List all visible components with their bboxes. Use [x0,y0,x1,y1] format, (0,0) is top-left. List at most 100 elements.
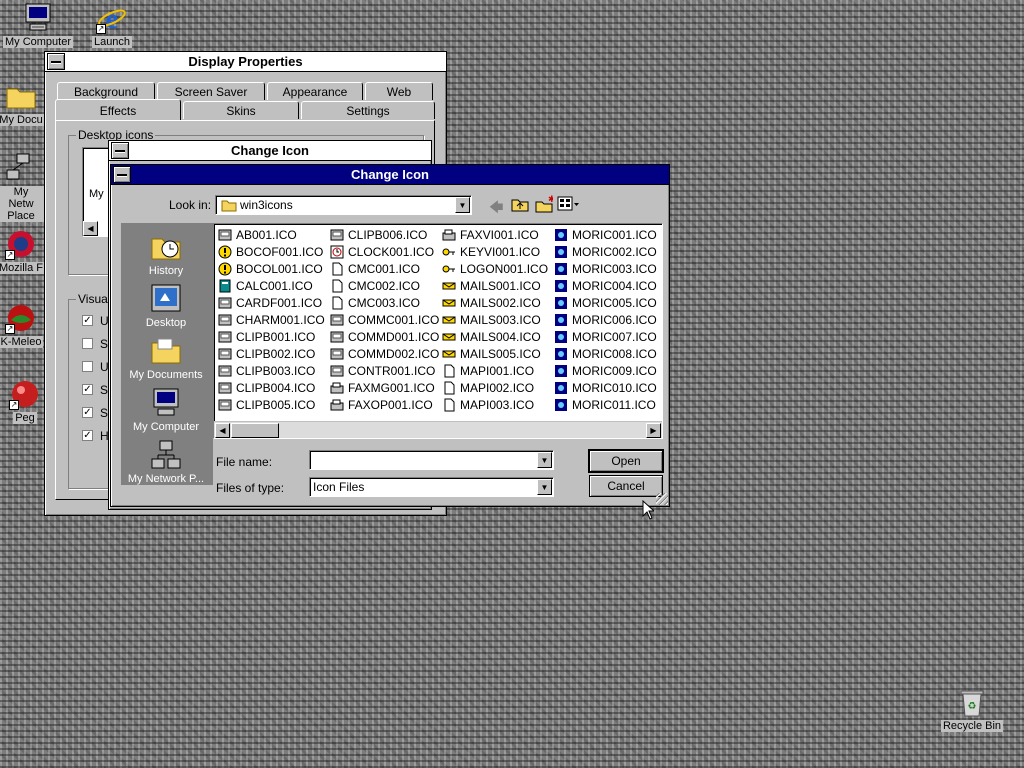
file-item[interactable]: MAILS004.ICO [442,329,541,345]
file-item[interactable]: MORIC001.ICO [554,227,657,243]
visual-checkbox-1[interactable]: ✓ [82,315,93,326]
system-menu-button[interactable] [113,166,131,183]
desktop-icon-k-meleon[interactable]: ↗ K-Meleo [0,302,46,348]
up-folder-icon[interactable] [511,195,529,216]
system-menu-button[interactable] [47,53,65,70]
places-my-documents[interactable]: My Documents [121,335,211,381]
file-item[interactable]: COMMC001.ICO [330,312,439,328]
file-item[interactable]: LOGON001.ICO [442,261,548,277]
file-item[interactable]: MORIC009.ICO [554,363,657,379]
scroll-left-button[interactable]: ◀ [215,423,230,438]
file-item[interactable]: MAILS002.ICO [442,295,541,311]
file-item[interactable]: CLIPB002.ICO [218,346,315,362]
file-item[interactable]: MORIC010.ICO [554,380,657,396]
desktop-icon-mozilla[interactable]: ↗ Mozilla F [0,228,46,274]
file-item[interactable]: CONTR001.ICO [330,363,435,379]
file-item[interactable]: MORIC004.ICO [554,278,657,294]
file-item[interactable]: MAPI003.ICO [442,397,534,413]
change-icon-titlebar[interactable]: Change Icon [111,165,669,185]
file-list[interactable]: AB001.ICO BOCOF001.ICO BOCOL001.ICO CALC001… [213,223,663,439]
file-item[interactable]: CMC003.ICO [330,295,420,311]
file-item[interactable]: CALC001.ICO [218,278,313,294]
open-button[interactable]: Open [588,449,664,473]
change-icon-back-titlebar[interactable]: Change Icon [109,141,431,161]
visual-checkbox-6[interactable]: ✓ [82,430,93,441]
desktop-icon-peg[interactable]: ↗ Peg [4,378,46,424]
file-item[interactable]: MAPI001.ICO [442,363,534,379]
file-item[interactable]: CARDF001.ICO [218,295,322,311]
visual-checkbox-2[interactable] [82,338,93,349]
tab-appearance[interactable]: Appearance [267,82,363,100]
file-item[interactable]: MORIC011.ICO [554,397,656,413]
file-item[interactable]: CLIPB006.ICO [330,227,427,243]
file-item[interactable]: FAXMG001.ICO [330,380,435,396]
scroll-thumb[interactable] [231,423,279,438]
desktop-icon-my-documents[interactable]: My Docu [0,80,46,126]
view-menu-icon[interactable] [557,196,581,215]
file-item[interactable]: CMC002.ICO [330,278,420,294]
scroll-left-button[interactable]: ◀ [83,221,98,236]
visual-checkbox-4[interactable]: ✓ [82,384,93,395]
places-network[interactable]: My Network P... [121,439,211,485]
file-item[interactable]: MORIC005.ICO [554,295,657,311]
file-item[interactable]: MORIC008.ICO [554,346,657,362]
desktop-icon-recycle-bin[interactable]: ♻ Recycle Bin [934,686,1010,732]
file-item[interactable]: MAILS005.ICO [442,346,541,362]
tab-screen-saver[interactable]: Screen Saver [157,82,265,100]
file-item[interactable]: BOCOF001.ICO [218,244,323,260]
files-of-type-combo[interactable]: Icon Files ▼ [309,477,554,497]
file-item[interactable]: CMC001.ICO [330,261,420,277]
visual-checkbox-5[interactable]: ✓ [82,407,93,418]
tab-skins[interactable]: Skins [183,101,299,119]
svg-text:e: e [106,4,118,34]
file-item[interactable]: CLIPB004.ICO [218,380,315,396]
file-item[interactable]: MAPI002.ICO [442,380,534,396]
file-name-combo[interactable]: ▼ [309,450,554,470]
desktop-icon-network-places[interactable]: My Netw Place [0,152,46,222]
horizontal-scrollbar[interactable]: ◀ ▶ [214,421,662,438]
file-item[interactable]: MORIC003.ICO [554,261,657,277]
file-item[interactable]: MORIC007.ICO [554,329,657,345]
desktop-icon-my-computer[interactable]: My Computer [0,2,76,48]
file-name: MAILS002.ICO [460,296,541,310]
tab-settings[interactable]: Settings [301,101,435,119]
resize-grip-icon[interactable] [656,493,668,505]
files-of-type-dropdown-button[interactable]: ▼ [537,479,552,495]
file-item[interactable]: CLOCK001.ICO [330,244,434,260]
back-arrow-icon[interactable]: 🡄 [489,197,503,221]
display-properties-titlebar[interactable]: Display Properties [45,52,446,72]
file-item[interactable]: COMMD002.ICO [330,346,439,362]
file-item[interactable]: CLIPB001.ICO [218,329,315,345]
file-item[interactable]: KEYVI001.ICO [442,244,540,260]
cancel-button[interactable]: Cancel [589,475,663,497]
system-menu-button[interactable] [111,142,129,159]
desktop-icon-launch[interactable]: e ↗ Launch [74,2,150,48]
places-desktop[interactable]: Desktop [121,283,211,329]
files-of-type-label: Files of type: [216,481,285,495]
k-meleon-icon: ↗ [5,302,37,334]
visual-checkbox-3[interactable] [82,361,93,372]
file-name: FAXVI001.ICO [460,228,539,242]
file-item[interactable]: AB001.ICO [218,227,297,243]
new-folder-icon[interactable]: ✱ [535,194,556,216]
file-item[interactable]: MAILS001.ICO [442,278,541,294]
file-item[interactable]: BOCOL001.ICO [218,261,323,277]
tab-background[interactable]: Background [57,82,155,100]
tab-effects[interactable]: Effects [55,99,181,121]
file-item[interactable]: FAXVI001.ICO [442,227,539,243]
look-in-combo[interactable]: win3icons ▼ [215,195,472,215]
places-history[interactable]: History [121,231,211,277]
file-item[interactable]: FAXOP001.ICO [330,397,433,413]
file-item[interactable]: MORIC002.ICO [554,244,657,260]
file-item[interactable]: MAILS003.ICO [442,312,541,328]
look-in-dropdown-button[interactable]: ▼ [455,197,470,213]
tab-web[interactable]: Web [365,82,433,100]
file-item[interactable]: CLIPB003.ICO [218,363,315,379]
scroll-right-button[interactable]: ▶ [646,423,661,438]
file-item[interactable]: MORIC006.ICO [554,312,657,328]
file-item[interactable]: CHARM001.ICO [218,312,325,328]
places-my-computer[interactable]: My Computer [121,387,211,433]
file-name-dropdown-button[interactable]: ▼ [537,452,552,468]
file-item[interactable]: CLIPB005.ICO [218,397,315,413]
file-item[interactable]: COMMD001.ICO [330,329,439,345]
